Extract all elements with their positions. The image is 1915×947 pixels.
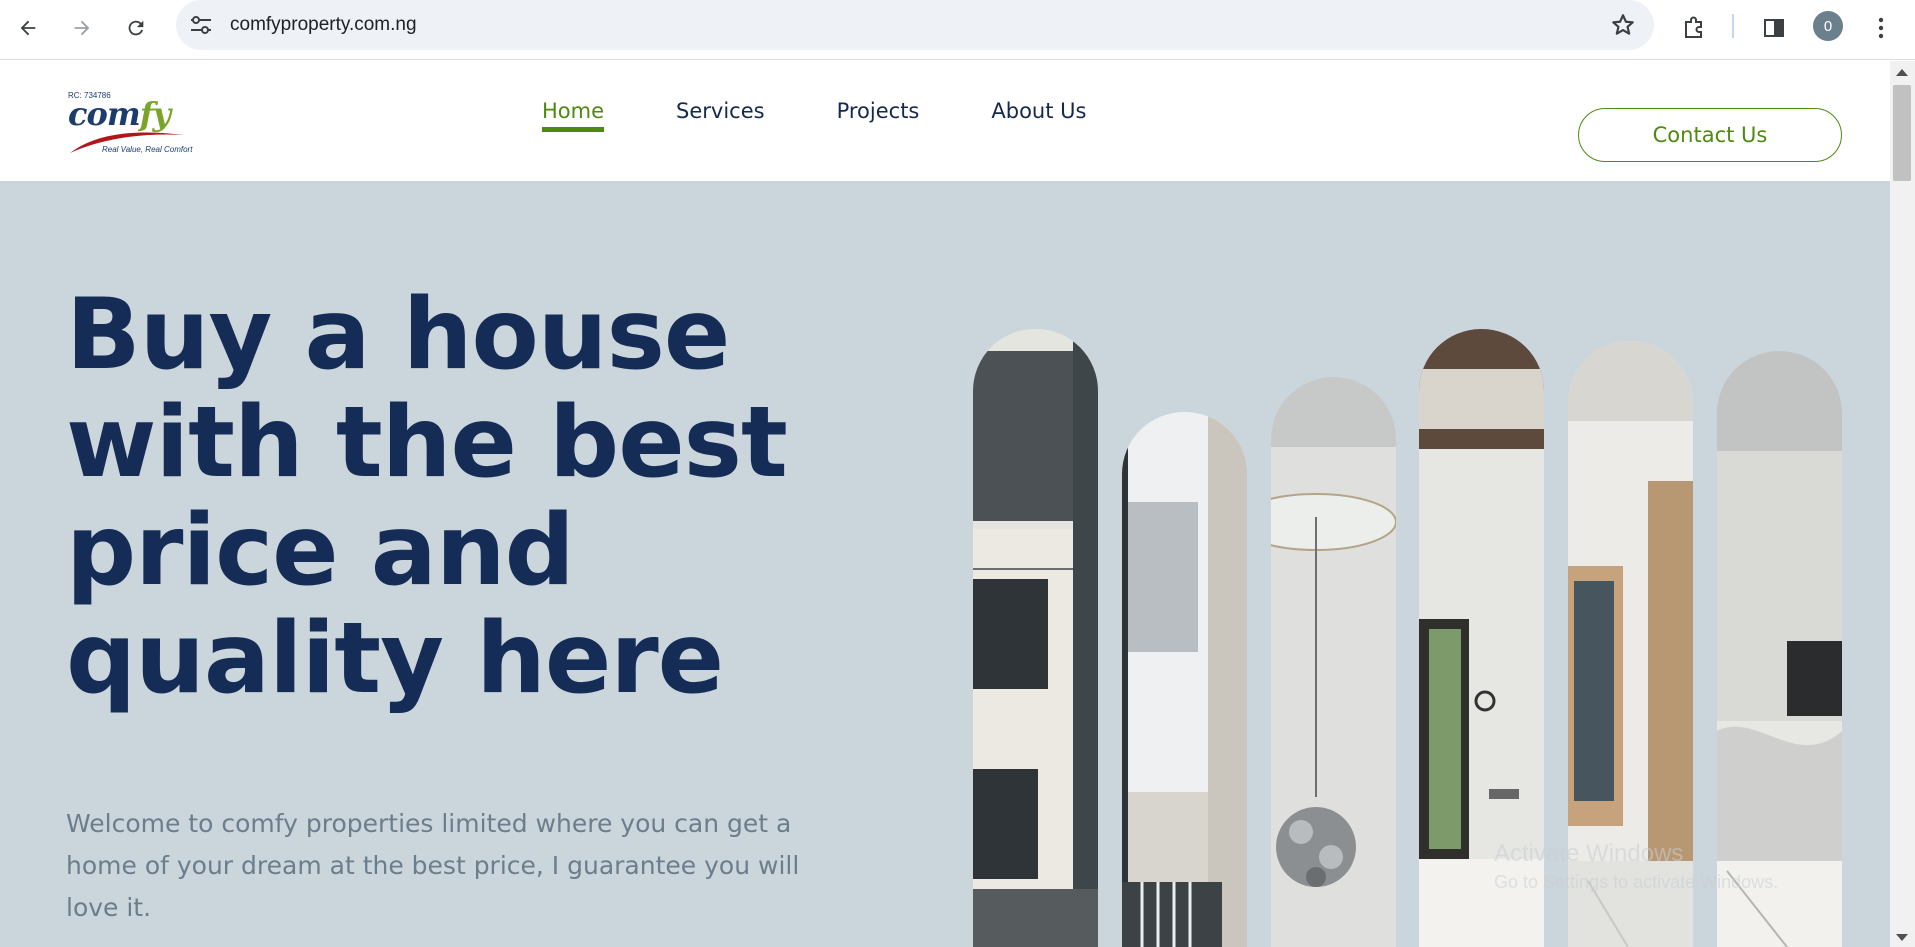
reload-icon: [128, 20, 144, 36]
kebab-menu-icon[interactable]: [1866, 10, 1896, 46]
toolbar-divider: [1732, 14, 1734, 38]
hero-headline: Buy a house with the best price and qual…: [66, 278, 788, 716]
nav-item-projects[interactable]: Projects: [837, 99, 920, 131]
photo-room-window: [1419, 329, 1544, 947]
site-settings-icon[interactable]: [188, 13, 214, 37]
url-text[interactable]: comfyproperty.com.ng: [230, 14, 417, 36]
address-bar[interactable]: comfyproperty.com.ng: [176, 0, 1654, 50]
logo-tagline: Real Value, Real Comfort: [102, 145, 193, 154]
main-nav: Home Services Projects About Us: [542, 99, 1086, 132]
site-header: RC: 734786 comfy Real Value, Real Comfor…: [0, 61, 1890, 181]
forward-button[interactable]: [64, 10, 100, 46]
back-button[interactable]: [10, 10, 46, 46]
photo-balcony-view: [1122, 412, 1247, 947]
bookmark-star-icon[interactable]: [1610, 12, 1636, 38]
extensions-icon[interactable]: [1676, 10, 1712, 46]
nav-item-about-us[interactable]: About Us: [991, 99, 1086, 131]
browser-toolbar: comfyproperty.com.ng 0: [0, 0, 1915, 60]
photo-chandelier-ceiling: [1271, 377, 1396, 947]
comfy-logo[interactable]: RC: 734786 comfy Real Value, Real Comfor…: [66, 91, 206, 157]
hero-intro: Welcome to comfy properties limited wher…: [66, 809, 800, 922]
side-panel-icon[interactable]: [1756, 10, 1792, 46]
photo-building-exterior: [973, 329, 1098, 947]
arrow-right-icon: [74, 20, 90, 36]
arrow-left-icon: [20, 20, 36, 36]
reload-button[interactable]: [118, 10, 154, 46]
photo-hallway-doors: [1568, 341, 1693, 947]
scrollbar-thumb[interactable]: [1893, 85, 1911, 181]
profile-avatar[interactable]: 0: [1813, 11, 1843, 41]
contact-us-button[interactable]: Contact Us: [1578, 108, 1842, 162]
nav-item-services[interactable]: Services: [676, 99, 765, 131]
scroll-up-arrow-icon[interactable]: [1896, 69, 1908, 76]
page-scrollbar[interactable]: [1890, 61, 1915, 947]
nav-item-home[interactable]: Home: [542, 99, 605, 132]
page-viewport: RC: 734786 comfy Real Value, Real Comfor…: [0, 61, 1890, 947]
photo-kitchen-counter: [1717, 351, 1842, 947]
hero-section: Buy a house with the best price and qual…: [0, 181, 1890, 947]
scroll-down-arrow-icon[interactable]: [1896, 934, 1908, 941]
